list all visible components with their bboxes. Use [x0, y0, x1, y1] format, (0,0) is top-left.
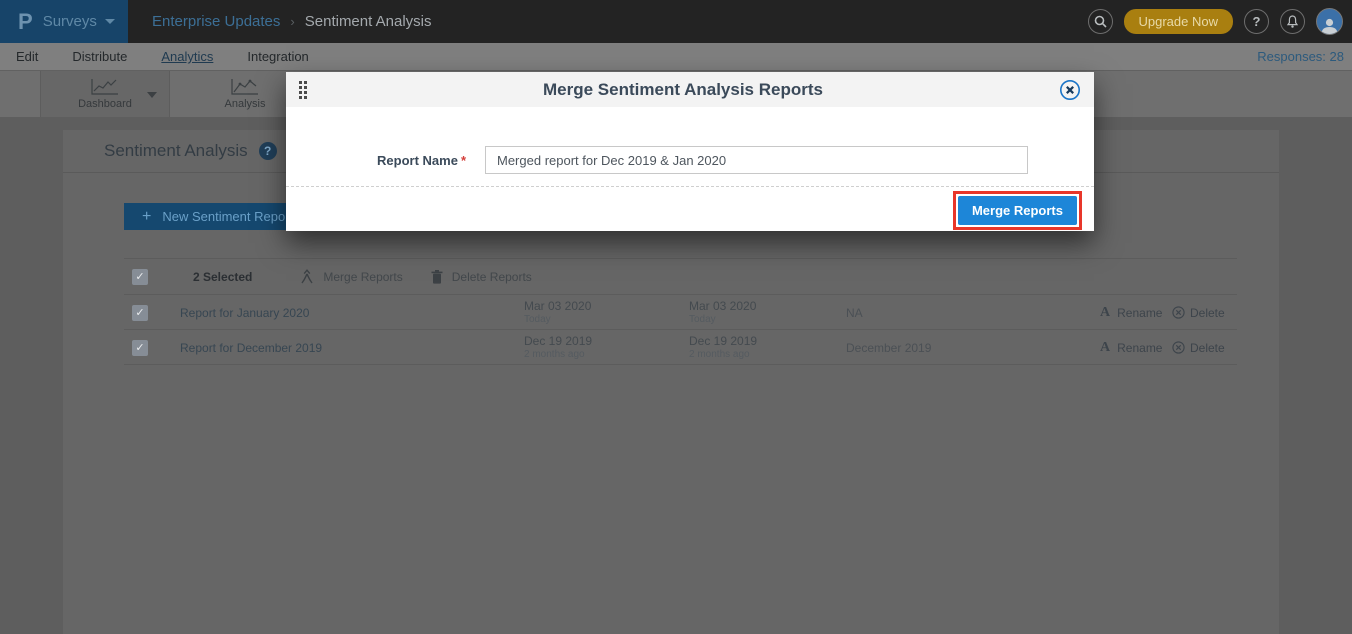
drag-handle-icon[interactable] [299, 81, 307, 99]
modal-body: Report Name* [286, 107, 1094, 186]
created-date: Mar 03 2020 Today [524, 300, 591, 326]
toolbar-tab-dashboard[interactable]: Dashboard [40, 71, 170, 117]
chevron-down-icon [105, 19, 115, 24]
report-name-label: Report Name* [286, 153, 466, 168]
date-relative: 2 months ago [689, 349, 757, 361]
nav-tab-distribute[interactable]: Distribute [72, 49, 127, 64]
page-title: Sentiment Analysis [104, 141, 248, 161]
select-all-checkbox[interactable]: ✓ [132, 269, 148, 285]
date-relative: Today [524, 314, 591, 326]
new-report-label: New Sentiment Report [162, 209, 293, 224]
product-name: Surveys [43, 13, 97, 30]
reports-table: ✓ 2 Selected Merge Reports Delete Report… [124, 258, 1237, 365]
report-row-december-2019: ✓ Report for December 2019 Dec 19 2019 2 … [124, 330, 1237, 365]
breadcrumb-current: Sentiment Analysis [305, 13, 432, 30]
rename-report-action[interactable]: A Rename [1100, 330, 1162, 365]
delete-report-action[interactable]: Delete [1172, 295, 1225, 330]
rename-icon: A [1100, 340, 1110, 356]
survey-nav: Edit Distribute Analytics Integration Re… [0, 43, 1352, 70]
nav-tab-integration[interactable]: Integration [247, 49, 308, 64]
circled-x-icon [1172, 341, 1185, 354]
rename-icon: A [1100, 305, 1110, 321]
date-value: Dec 19 2019 [524, 335, 592, 347]
selected-count: 2 Selected [193, 270, 252, 284]
report-name-link[interactable]: Report for January 2020 [180, 295, 309, 330]
report-name-input[interactable] [485, 146, 1028, 174]
modal-header: Merge Sentiment Analysis Reports [286, 72, 1094, 107]
modal-close-button[interactable] [1059, 79, 1081, 101]
topbar-actions: Upgrade Now ? [1088, 8, 1352, 35]
delete-label: Delete [1190, 341, 1225, 355]
date-value: Mar 03 2020 [689, 300, 756, 312]
date-value: Mar 03 2020 [524, 300, 591, 312]
delete-reports-action[interactable]: Delete Reports [431, 270, 532, 284]
nav-tab-edit[interactable]: Edit [16, 49, 38, 64]
date-value: Dec 19 2019 [689, 335, 757, 347]
modal-footer: Merge Reports [286, 187, 1094, 231]
upgrade-now-button[interactable]: Upgrade Now [1124, 9, 1234, 34]
scatter-chart-icon [231, 78, 259, 95]
top-bar: P Surveys Enterprise Updates › Sentiment… [0, 0, 1352, 43]
product-switcher[interactable]: P Surveys [0, 0, 128, 43]
page-help-icon[interactable]: ? [259, 142, 277, 160]
new-sentiment-report-button[interactable]: + New Sentiment Report [124, 203, 311, 230]
rename-label: Rename [1117, 306, 1162, 320]
trash-icon [431, 270, 443, 284]
user-avatar[interactable] [1316, 8, 1343, 35]
nav-tab-analytics[interactable]: Analytics [161, 49, 213, 64]
row-checkbox[interactable]: ✓ [132, 305, 148, 321]
rename-report-action[interactable]: A Rename [1100, 295, 1162, 330]
report-name-row: Report Name* [286, 146, 1094, 174]
click-target-annotation: Merge Reports [953, 191, 1082, 230]
report-period: December 2019 [846, 330, 931, 365]
line-chart-icon [91, 78, 119, 95]
merge-action-label: Merge Reports [323, 270, 402, 284]
search-icon[interactable] [1088, 9, 1113, 34]
toolbar-tab-label: Analysis [225, 98, 266, 110]
report-name-link[interactable]: Report for December 2019 [180, 330, 322, 365]
breadcrumb-survey-link[interactable]: Enterprise Updates [152, 13, 280, 30]
rename-label: Rename [1117, 341, 1162, 355]
required-asterisk: * [461, 153, 466, 168]
delete-report-action[interactable]: Delete [1172, 330, 1225, 365]
plus-icon: + [142, 208, 151, 226]
chevron-down-icon[interactable] [147, 92, 157, 98]
breadcrumb: Enterprise Updates › Sentiment Analysis [152, 13, 431, 30]
close-icon [1059, 79, 1081, 101]
questionpro-logo: P [18, 9, 33, 35]
row-checkbox[interactable]: ✓ [132, 340, 148, 356]
merge-reports-action[interactable]: Merge Reports [300, 269, 402, 284]
merge-reports-button[interactable]: Merge Reports [958, 196, 1077, 225]
modified-date: Mar 03 2020 Today [689, 300, 756, 326]
report-period: NA [846, 295, 863, 330]
selection-bar: ✓ 2 Selected Merge Reports Delete Report… [124, 258, 1237, 295]
notifications-bell-icon[interactable] [1280, 9, 1305, 34]
circled-x-icon [1172, 306, 1185, 319]
label-text: Report Name [377, 153, 458, 168]
delete-label: Delete [1190, 306, 1225, 320]
help-icon[interactable]: ? [1244, 9, 1269, 34]
modal-title: Merge Sentiment Analysis Reports [307, 80, 1059, 100]
merge-reports-modal: Merge Sentiment Analysis Reports Report … [286, 72, 1094, 231]
date-relative: 2 months ago [524, 349, 592, 361]
toolbar-tab-label: Dashboard [78, 98, 132, 110]
report-row-january-2020: ✓ Report for January 2020 Mar 03 2020 Tod… [124, 295, 1237, 330]
modified-date: Dec 19 2019 2 months ago [689, 335, 757, 361]
responses-count[interactable]: Responses: 28 [1257, 49, 1344, 64]
merge-icon [300, 269, 314, 284]
created-date: Dec 19 2019 2 months ago [524, 335, 592, 361]
breadcrumb-separator: › [290, 14, 294, 29]
delete-action-label: Delete Reports [452, 270, 532, 284]
date-relative: Today [689, 314, 756, 326]
